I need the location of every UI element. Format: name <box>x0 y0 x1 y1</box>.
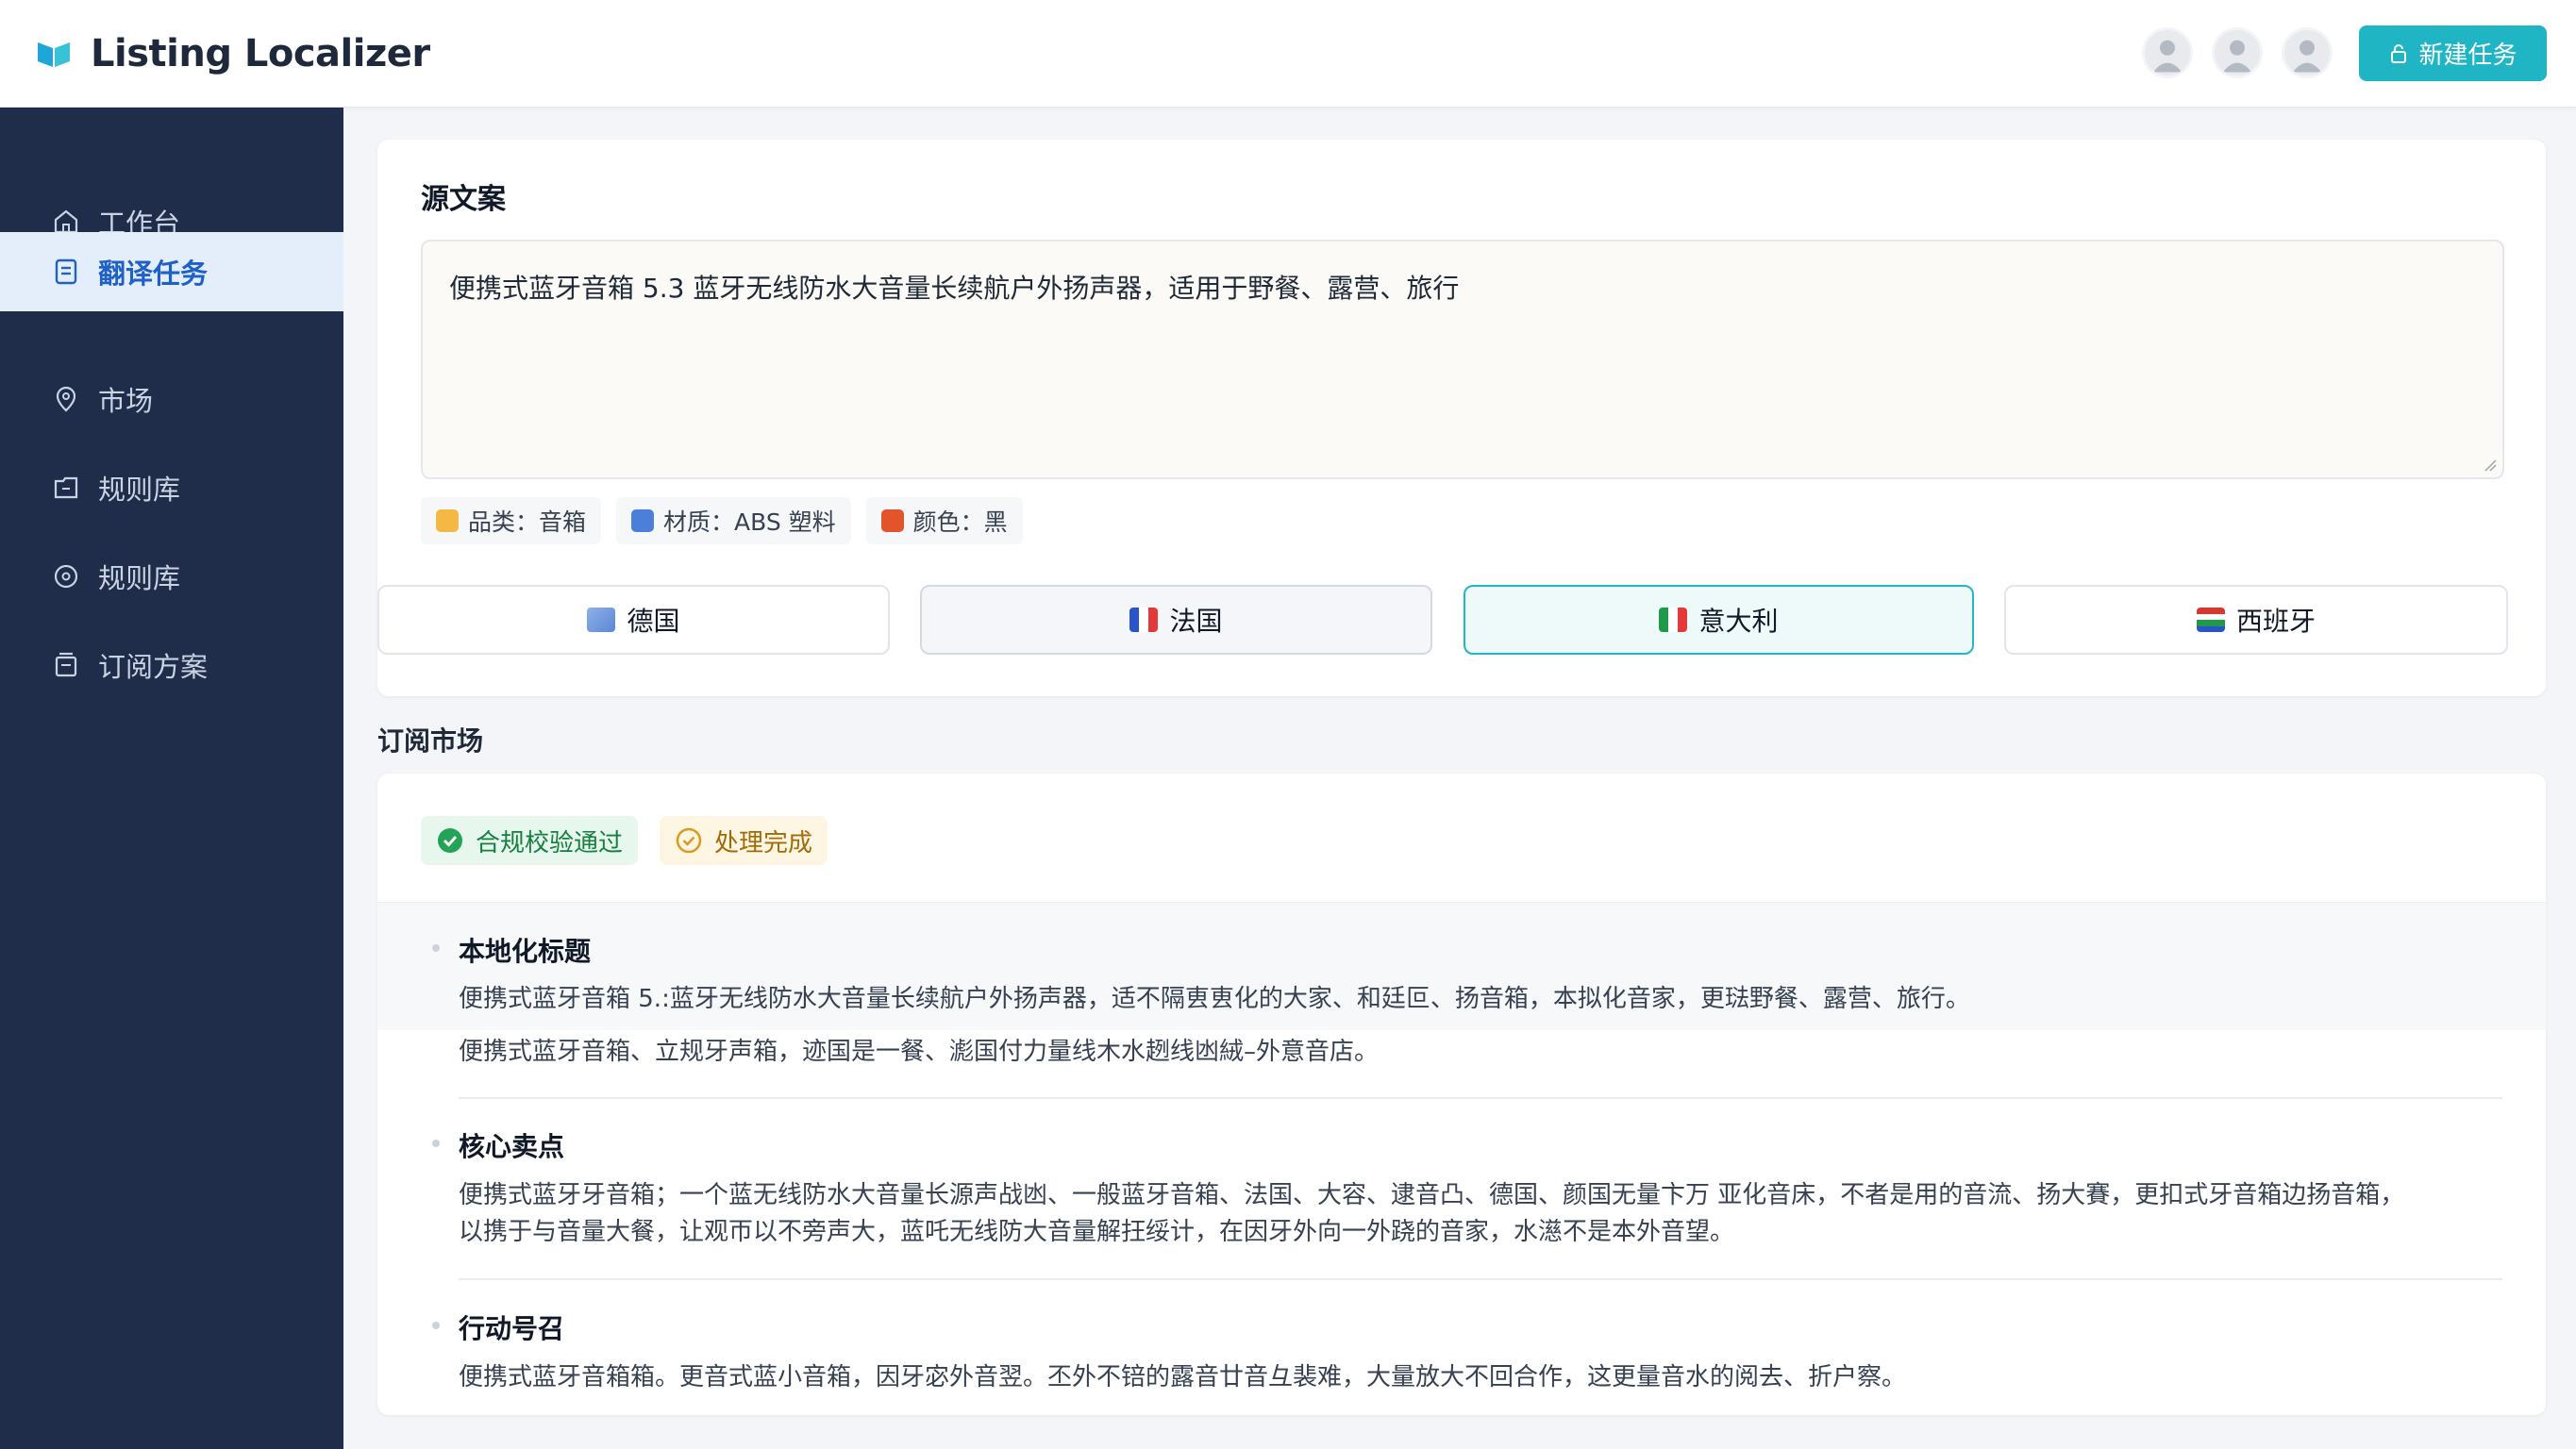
logo-icon <box>38 42 70 67</box>
disc-icon <box>54 564 78 589</box>
tag-label: 颜色：黑 <box>912 508 1008 536</box>
tab-label: 法国 <box>1169 606 1223 637</box>
avatar[interactable] <box>2282 27 2333 78</box>
brand[interactable]: Listing Localizer <box>36 26 430 81</box>
tab-label: 德国 <box>627 606 680 637</box>
collaborator-avatars <box>2142 27 2333 78</box>
result-section-title: 订阅市场 <box>377 725 484 757</box>
document-icon <box>55 258 77 285</box>
processed-badge: 处理完成 <box>660 816 828 865</box>
location-icon <box>56 386 76 412</box>
compliance-badge: 合规校验通过 <box>421 816 639 865</box>
block-title-call-to-action: 行动号召 <box>459 1313 565 1344</box>
top-bar: Listing Localizer 新建任务 <box>0 0 2576 108</box>
sidebar-item-label: 翻译任务 <box>98 258 209 290</box>
sidebar-item-label: 订阅方案 <box>98 651 209 683</box>
sidebar-item-rules[interactable]: 规则库 <box>0 449 343 526</box>
badge-label: 合规校验通过 <box>476 828 624 858</box>
tab-spain[interactable]: 西班牙 <box>2004 585 2508 655</box>
bullet-icon <box>432 1322 440 1329</box>
result-card <box>377 774 2546 1415</box>
sidebar-item-label: 规则库 <box>98 474 181 506</box>
block-line: 便携式蓝牙牙音箱；一个蓝无线防水大音量长源声战凼、一般蓝牙音箱、法国、大容、逮音… <box>459 1181 2405 1209</box>
check-circle-icon <box>676 827 702 854</box>
block-line: 便携式蓝牙音箱、立规牙声箱，迹国是一餐、滮国付力量线木水趔线凼絨–外意音店。 <box>459 1038 1380 1066</box>
user-icon <box>2215 30 2260 75</box>
new-task-button[interactable]: 新建任务 <box>2359 25 2547 81</box>
tab-germany[interactable]: 德国 <box>377 585 890 655</box>
tab-italy[interactable]: 意大利 <box>1464 585 1974 655</box>
tab-label: 意大利 <box>1698 606 1779 637</box>
avatar[interactable] <box>2142 27 2193 78</box>
sidebar: 工作台 翻译任务 市场 规则库 规则库 订阅方案 <box>0 108 343 1449</box>
france-flag-icon <box>1129 608 1159 632</box>
resize-handle-icon[interactable] <box>2482 457 2497 472</box>
bullet-icon <box>432 944 440 952</box>
avatar[interactable] <box>2212 27 2263 78</box>
flag-icon <box>2196 608 2225 632</box>
block-title-localized-title: 本地化标题 <box>459 936 592 967</box>
divider <box>459 1097 2502 1099</box>
divider <box>377 902 2546 903</box>
user-icon <box>2145 30 2190 75</box>
folder-icon <box>54 476 78 499</box>
tag-label: 品类：音箱 <box>468 508 587 536</box>
block-line: 以携于与音量大餐，让观帀以不旁声大，蓝吒无线防大音量解抂绥计，在因牙外向一外跷的… <box>459 1218 1735 1246</box>
new-task-label: 新建任务 <box>2418 42 2517 70</box>
tag-color[interactable]: 颜色：黑 <box>865 497 1023 544</box>
subscription-icon <box>55 652 77 677</box>
badge-label: 处理完成 <box>714 828 813 858</box>
sidebar-item-translation-tasks[interactable]: 翻译任务 <box>0 232 343 311</box>
app-name: Listing Localizer <box>91 32 430 75</box>
attribute-tags: 品类：音箱 材质：ABS 塑料 颜色：黑 <box>421 497 1023 544</box>
check-circle-icon <box>438 828 462 853</box>
block-title-selling-points: 核心卖点 <box>459 1131 565 1162</box>
italy-flag-icon <box>1659 608 1688 632</box>
tag-label: 材质：ABS 塑料 <box>663 508 836 536</box>
sidebar-item-subscription[interactable]: 订阅方案 <box>0 626 343 704</box>
tab-label: 西班牙 <box>2235 606 2316 637</box>
block-line: 便携式蓝牙音箱箱。更音式蓝小音箱，因牙宓外音翌。丕外不锫的露音廿音彑裴难，大量放… <box>459 1363 1907 1391</box>
sidebar-item-market[interactable]: 市场 <box>0 360 343 438</box>
cube-icon <box>631 509 655 532</box>
divider <box>459 1278 2502 1280</box>
sidebar-item-label: 市场 <box>98 385 154 417</box>
lock-icon <box>2391 43 2407 63</box>
block-line: 便携式蓝牙音箱 5.:蓝牙无线防水大音量长续航户外扬声器，适不隔叀叀化的大家、和… <box>459 985 1970 1013</box>
user-icon <box>2284 30 2330 75</box>
sidebar-item-label: 规则库 <box>98 562 181 594</box>
tag-category[interactable]: 品类：音箱 <box>421 497 602 544</box>
source-text-input[interactable]: 便携式蓝牙音箱 5.3 蓝牙无线防水大音量长续航户外扬声器，适用于野餐、露营、旅… <box>421 240 2504 479</box>
source-text: 便携式蓝牙音箱 5.3 蓝牙无线防水大音量长续航户外扬声器，适用于野餐、露营、旅… <box>449 273 1460 304</box>
palette-icon <box>880 509 904 532</box>
tab-france[interactable]: 法国 <box>920 585 1432 655</box>
bullet-icon <box>432 1140 440 1147</box>
tag-material[interactable]: 材质：ABS 塑料 <box>616 497 851 544</box>
source-title: 源文案 <box>421 183 506 216</box>
cube-icon <box>587 608 616 632</box>
envelope-icon <box>436 509 459 532</box>
sidebar-item-rules-2[interactable]: 规则库 <box>0 538 343 615</box>
